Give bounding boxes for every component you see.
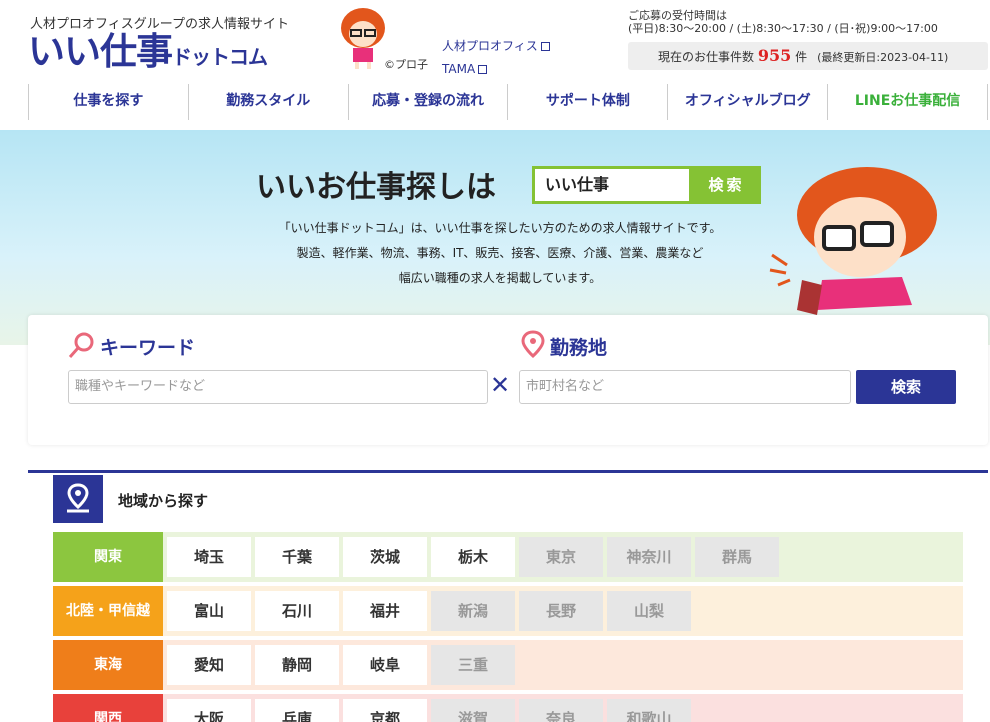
prefecture-button[interactable]: 茨城 bbox=[343, 537, 427, 577]
prefecture-button: 神奈川 bbox=[607, 537, 691, 577]
prefecture-button[interactable]: 千葉 bbox=[255, 537, 339, 577]
external-link-icon bbox=[478, 65, 488, 74]
prefecture-button: 長野 bbox=[519, 591, 603, 631]
magnifier-icon bbox=[68, 332, 94, 358]
job-count-box: 現在のお仕事件数 955 件 (最終更新日:2023-04-11) bbox=[628, 42, 988, 70]
prefecture-button[interactable]: 愛知 bbox=[167, 645, 251, 685]
prefecture-button[interactable]: 福井 bbox=[343, 591, 427, 631]
prefecture-button[interactable]: 埼玉 bbox=[167, 537, 251, 577]
cross-icon: ✕ bbox=[490, 371, 511, 399]
nav-line[interactable]: LINEお仕事配信 bbox=[827, 84, 988, 120]
prefecture-button: 滋賀 bbox=[431, 699, 515, 722]
prefecture-button[interactable]: 岐阜 bbox=[343, 645, 427, 685]
hero-title: いいお仕事探しは bbox=[256, 170, 496, 205]
mascot-small-icon bbox=[341, 8, 385, 69]
external-link-icon bbox=[540, 42, 550, 51]
region-row-prefectures: 愛知 静岡 岐阜 三重 bbox=[163, 640, 963, 690]
main-nav: 仕事を探す 勤務スタイル 応募・登録の流れ サポート体制 オフィシャルブログ L… bbox=[28, 84, 988, 120]
location-input[interactable]: 市町村名など bbox=[519, 370, 851, 404]
region-table: 関東 埼玉 千葉 茨城 栃木 東京 神奈川 群馬 北陸・甲信越 富山 石川 福井 新潟 長野 山梨 東海 愛知静… bbox=[53, 532, 963, 722]
nav-find-job[interactable]: 仕事を探す bbox=[28, 84, 188, 120]
mascot-copyright: ©プロ子 bbox=[384, 58, 428, 71]
region-row-label: 北陸・甲信越 bbox=[53, 586, 163, 636]
link-tama[interactable]: TAMA bbox=[442, 58, 550, 81]
last-updated: (最終更新日:2023-04-11) bbox=[817, 51, 949, 64]
prefecture-button[interactable]: 石川 bbox=[255, 591, 339, 631]
prefecture-button[interactable]: 京都 bbox=[343, 699, 427, 722]
logo-sub: ドットコム bbox=[172, 45, 268, 69]
region-title: 地域から探す bbox=[118, 492, 209, 510]
job-count: 955 bbox=[757, 46, 792, 65]
region-row: 東海 愛知 静岡 岐阜 三重 bbox=[53, 640, 963, 690]
nav-apply-flow[interactable]: 応募・登録の流れ bbox=[347, 84, 508, 120]
region-row-label: 東海 bbox=[53, 640, 163, 690]
keyword-label: キーワード bbox=[100, 337, 196, 359]
mascot-large-icon bbox=[769, 167, 937, 315]
region-pin-badge bbox=[53, 475, 103, 523]
region-row: 北陸・甲信越 富山 石川 福井 新潟 長野 山梨 bbox=[53, 586, 963, 636]
prefecture-button[interactable]: 静岡 bbox=[255, 645, 339, 685]
reception-hours: ご応募の受付時間は (平日)8:30～20:00 / (土)8:30～17:30… bbox=[628, 9, 938, 35]
hero-search-button[interactable]: 検索 bbox=[692, 166, 761, 204]
region-row: 関東 埼玉 千葉 茨城 栃木 東京 神奈川 群馬 bbox=[53, 532, 963, 582]
prefecture-button: 群馬 bbox=[695, 537, 779, 577]
prefecture-button[interactable]: 栃木 bbox=[431, 537, 515, 577]
region-row-prefectures: 大阪 兵庫 京都 滋賀 奈良 和歌山 bbox=[163, 694, 963, 722]
nav-support[interactable]: サポート体制 bbox=[507, 84, 667, 120]
prefecture-button[interactable]: 兵庫 bbox=[255, 699, 339, 722]
prefecture-button: 東京 bbox=[519, 537, 603, 577]
location-pin-icon bbox=[67, 483, 89, 513]
region-row-prefectures: 富山 石川 福井 新潟 長野 山梨 bbox=[163, 586, 963, 636]
region-section: 地域から探す bbox=[28, 470, 988, 523]
prefecture-button: 山梨 bbox=[607, 591, 691, 631]
prefecture-button[interactable]: 大阪 bbox=[167, 699, 251, 722]
search-panel: キーワード 職種やキーワードなど ✕ 勤務地 市町村名など 検索 bbox=[28, 315, 988, 445]
location-label: 勤務地 bbox=[550, 337, 608, 359]
link-jinzai-pro[interactable]: 人材プロオフィス bbox=[442, 35, 550, 58]
keyword-input[interactable]: 職種やキーワードなど bbox=[68, 370, 488, 404]
map-pin-icon bbox=[521, 330, 545, 359]
region-row-label: 関東 bbox=[53, 532, 163, 582]
region-row: 関西 大阪 兵庫 京都 滋賀 奈良 和歌山 bbox=[53, 694, 963, 722]
prefecture-button: 三重 bbox=[431, 645, 515, 685]
nav-work-style[interactable]: 勤務スタイル bbox=[187, 84, 348, 120]
nav-blog[interactable]: オフィシャルブログ bbox=[667, 84, 827, 120]
hero-description: 「いい仕事ドットコム」は、いい仕事を探したい方のための求人情報サイトです。 製造… bbox=[278, 221, 722, 285]
site-header: 人材プロオフィスグループの求人情報サイト いい仕事ドットコム ©プロ子 人材プロ… bbox=[0, 0, 990, 82]
hero-keyword-box: いい仕事 bbox=[532, 166, 692, 204]
prefecture-button[interactable]: 富山 bbox=[167, 591, 251, 631]
logo-main: いい仕事 bbox=[28, 30, 173, 73]
prefecture-button: 奈良 bbox=[519, 699, 603, 722]
header-links: 人材プロオフィス TAMA bbox=[442, 35, 550, 81]
search-button[interactable]: 検索 bbox=[856, 370, 956, 404]
prefecture-button: 和歌山 bbox=[607, 699, 691, 722]
prefecture-button: 新潟 bbox=[431, 591, 515, 631]
site-logo[interactable]: いい仕事ドットコム bbox=[28, 30, 268, 79]
region-row-prefectures: 埼玉 千葉 茨城 栃木 東京 神奈川 群馬 bbox=[163, 532, 963, 582]
region-row-label: 関西 bbox=[53, 694, 163, 722]
